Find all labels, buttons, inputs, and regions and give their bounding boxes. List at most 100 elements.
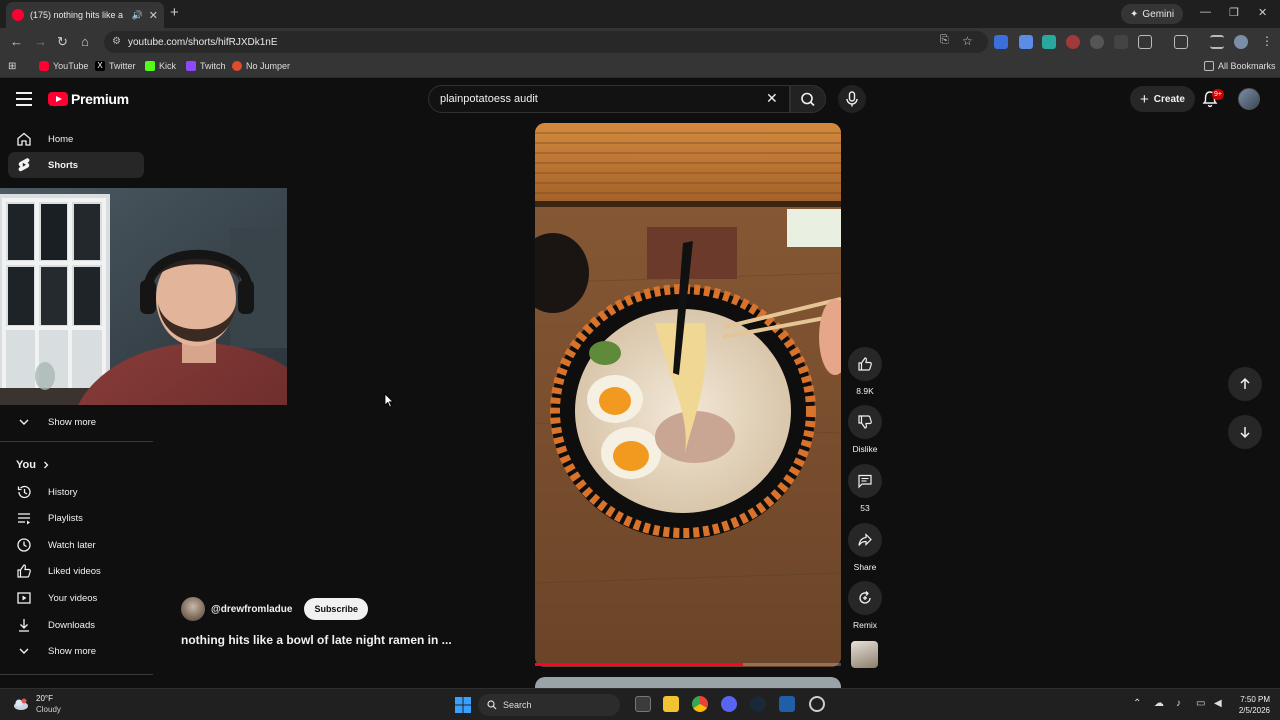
- sidebar-item-liked-videos[interactable]: Liked videos: [8, 558, 144, 584]
- site-info-icon[interactable]: ⚙: [112, 36, 121, 47]
- taskbar-search[interactable]: Search: [478, 694, 620, 716]
- show-more-you-button[interactable]: Show more: [8, 638, 144, 664]
- comments-button[interactable]: 53: [848, 464, 882, 513]
- sidebar-item-shorts[interactable]: Shorts: [8, 152, 144, 178]
- bookmark-twitter[interactable]: X Twitter: [95, 61, 136, 71]
- playlists-icon: [18, 513, 30, 525]
- restore-button[interactable]: ❐: [1229, 6, 1239, 19]
- volume-icon[interactable]: ◀: [1214, 698, 1222, 709]
- bookmark-twitch[interactable]: Twitch: [186, 61, 226, 71]
- file-explorer-icon[interactable]: [663, 696, 679, 712]
- chrome-icon[interactable]: [692, 696, 708, 712]
- video-progress-bar[interactable]: [535, 663, 841, 666]
- bookmarks-bar: ⊞ YouTube X Twitter Kick Twitch No Jumpe…: [0, 56, 1280, 78]
- short-title[interactable]: nothing hits like a bowl of late night r…: [181, 633, 452, 647]
- ramen-bowl-video-frame: [535, 123, 841, 667]
- bookmark-label: Twitch: [200, 61, 226, 71]
- plus-icon: +: [1140, 90, 1149, 108]
- remix-button[interactable]: Remix: [848, 581, 882, 630]
- bookmark-label: YouTube: [53, 61, 89, 71]
- history-icon: [17, 485, 31, 499]
- subscribe-button[interactable]: Subscribe: [304, 598, 368, 620]
- sidebar-item-history[interactable]: History: [8, 479, 144, 505]
- sidebar-item-label: Liked videos: [48, 565, 101, 577]
- x-logo-icon: X: [95, 61, 105, 71]
- home-page-icon[interactable]: ⌂: [81, 34, 89, 49]
- sidebar-item-label: History: [48, 486, 78, 498]
- logo-text: Premium: [71, 91, 129, 107]
- extensions-puzzle-icon[interactable]: [1138, 35, 1152, 49]
- taskbar-clock[interactable]: 7:50 PM 2/5/2026: [1230, 694, 1270, 716]
- extension-icon-6[interactable]: [1114, 35, 1128, 49]
- microphone-tray-icon[interactable]: ♪: [1176, 698, 1181, 709]
- share-button[interactable]: Share: [848, 523, 882, 572]
- you-section-heading[interactable]: You: [16, 459, 50, 471]
- show-more-button[interactable]: Show more: [8, 409, 144, 435]
- weather-condition: Cloudy: [36, 705, 61, 714]
- account-avatar[interactable]: [1238, 88, 1260, 110]
- microphone-icon: [846, 91, 858, 107]
- previous-short-button[interactable]: [1228, 367, 1262, 401]
- network-icon[interactable]: ▭: [1196, 698, 1205, 709]
- youtube-premium-logo[interactable]: Premium: [48, 91, 129, 107]
- task-view-icon[interactable]: [635, 696, 651, 712]
- guide-menu-icon[interactable]: [16, 92, 32, 110]
- create-button[interactable]: + Create: [1130, 86, 1195, 112]
- extension-icon-3[interactable]: [1042, 35, 1056, 49]
- install-app-icon[interactable]: ⎘: [940, 34, 949, 47]
- tab-audio-icon[interactable]: 🔊: [132, 10, 143, 21]
- reload-icon[interactable]: ↻: [57, 34, 68, 50]
- address-bar[interactable]: ⚙ youtube.com/shorts/hifRJXDk1nE: [104, 31, 988, 53]
- short-video-player[interactable]: [535, 123, 841, 667]
- extension-icon-2[interactable]: [1019, 35, 1033, 49]
- sidebar-item-playlists[interactable]: Playlists: [8, 505, 144, 531]
- dislike-button[interactable]: Dislike: [848, 405, 882, 454]
- close-window-button[interactable]: ✕: [1258, 6, 1267, 19]
- search-button[interactable]: [790, 85, 826, 113]
- sidebar-item-label: Playlists: [48, 512, 83, 524]
- folder-icon: [1204, 61, 1214, 71]
- tray-overflow-icon[interactable]: ⌃: [1133, 698, 1141, 709]
- gemini-button[interactable]: ✦ Gemini: [1121, 4, 1184, 24]
- streamer-webcam-overlay: [0, 188, 287, 405]
- extension-icon-5[interactable]: [1090, 35, 1104, 49]
- channel-name[interactable]: @drewfromladue: [211, 604, 292, 615]
- voice-search-button[interactable]: [838, 85, 866, 113]
- sidebar-item-home[interactable]: Home: [8, 126, 144, 152]
- sidebar-item-downloads[interactable]: Downloads: [8, 612, 144, 638]
- browser-tab[interactable]: (175) nothing hits like a bowl of late n…: [6, 2, 164, 28]
- gemini-icon: ✦: [1130, 8, 1139, 20]
- onedrive-icon[interactable]: ☁: [1154, 698, 1164, 709]
- new-tab-button[interactable]: +: [170, 4, 179, 21]
- channel-avatar[interactable]: [181, 597, 205, 621]
- forward-icon[interactable]: →: [34, 34, 47, 49]
- extension-icon-4[interactable]: [1066, 35, 1080, 49]
- all-bookmarks-folder[interactable]: All Bookmarks: [1204, 61, 1276, 71]
- next-short-button[interactable]: [1228, 415, 1262, 449]
- clear-search-icon[interactable]: ✕: [766, 90, 778, 107]
- side-panel-icon[interactable]: [1174, 35, 1188, 49]
- windows-start-icon[interactable]: [455, 697, 471, 713]
- app-icon[interactable]: [779, 696, 795, 712]
- bookmark-youtube[interactable]: YouTube: [39, 61, 88, 71]
- profile-avatar-icon[interactable]: [1234, 35, 1248, 49]
- weather-widget[interactable]: 20°F Cloudy: [12, 693, 61, 715]
- extension-icon-1[interactable]: [994, 35, 1008, 49]
- bookmark-kick[interactable]: Kick: [145, 61, 176, 71]
- discord-icon[interactable]: [721, 696, 737, 712]
- sidebar-item-watch-later[interactable]: Watch later: [8, 532, 144, 558]
- browser-menu-icon[interactable]: ⋮: [1261, 34, 1273, 48]
- tab-close-icon[interactable]: ✕: [149, 9, 158, 22]
- bookmark-star-icon[interactable]: ☆: [962, 34, 973, 48]
- search-input[interactable]: plainpotatoess audit: [428, 85, 790, 113]
- minimize-button[interactable]: —: [1200, 6, 1211, 18]
- bookmark-no-jumper[interactable]: No Jumper: [232, 61, 290, 71]
- apps-grid-icon[interactable]: ⊞: [8, 61, 16, 72]
- sidebar-item-your-videos[interactable]: Your videos: [8, 585, 144, 611]
- steam-icon[interactable]: [750, 696, 766, 712]
- like-button[interactable]: 8.9K: [848, 347, 882, 396]
- back-icon[interactable]: ←: [10, 34, 23, 49]
- sound-thumbnail[interactable]: [851, 641, 878, 668]
- obs-icon[interactable]: [809, 696, 825, 712]
- media-controls-icon[interactable]: [1210, 35, 1224, 49]
